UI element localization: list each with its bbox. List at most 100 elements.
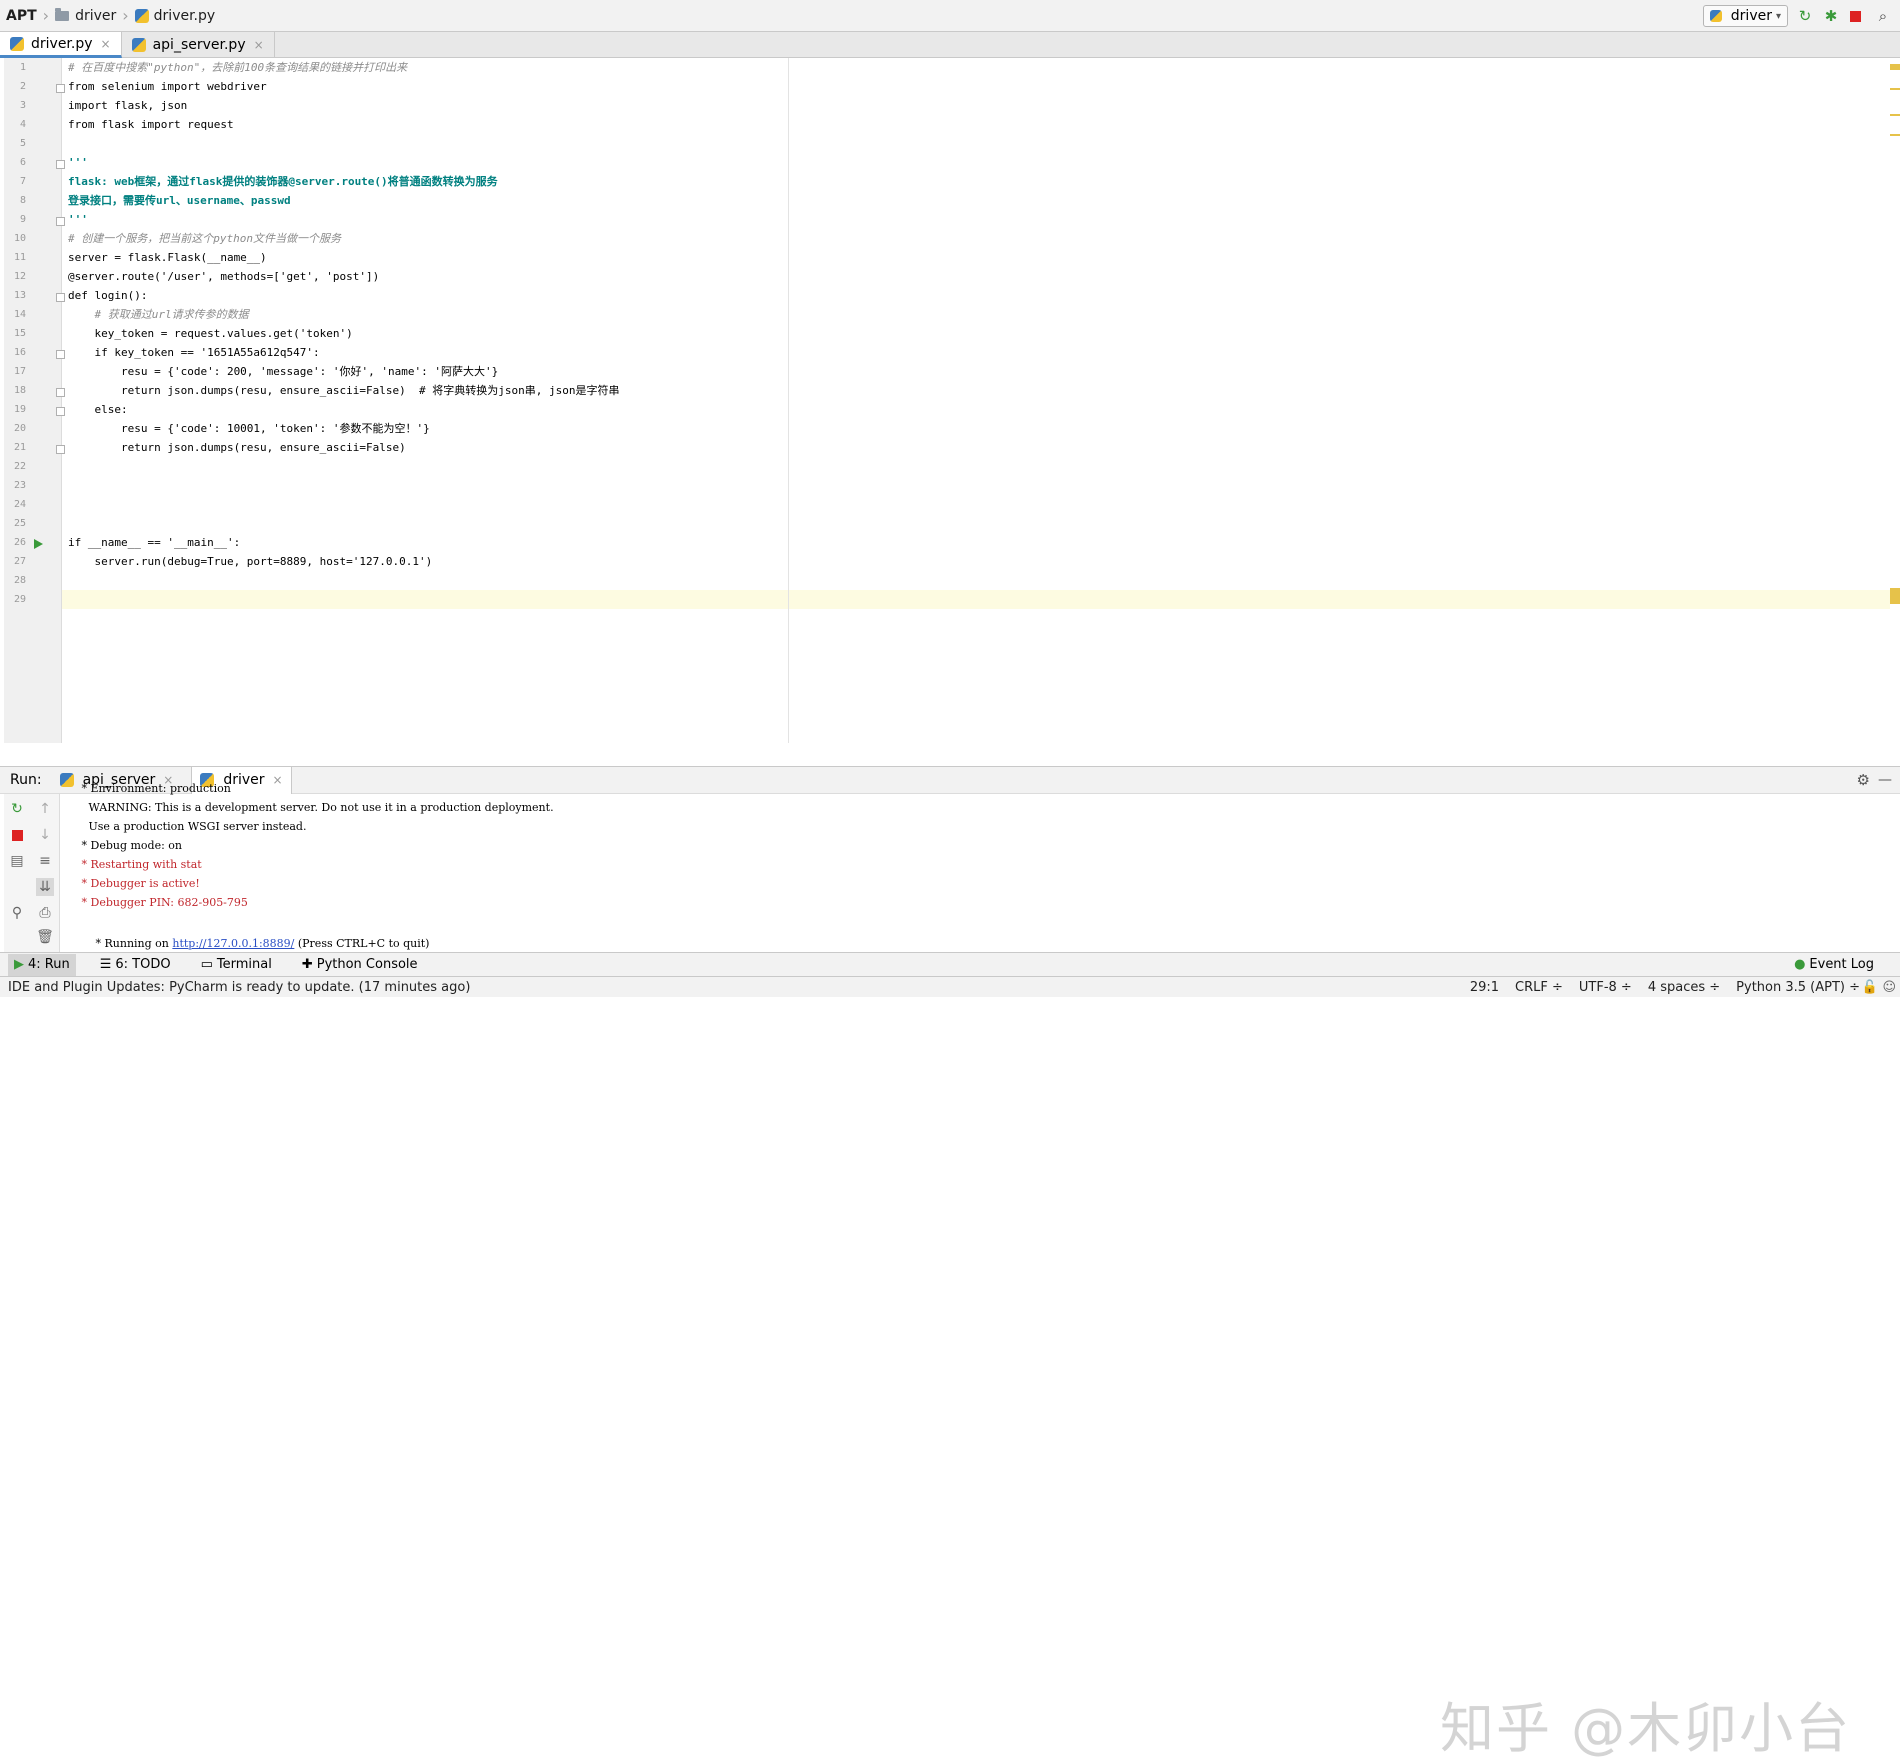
- line-number: 28: [13, 575, 26, 586]
- run-gutter-icon[interactable]: [34, 539, 43, 549]
- editor-tab-bar: driver.py × api_server.py ×: [0, 32, 1900, 58]
- code-line[interactable]: return json.dumps(resu, ensure_ascii=Fal…: [68, 384, 620, 398]
- close-icon[interactable]: ×: [101, 37, 111, 51]
- run-configuration-select[interactable]: driver ▾: [1702, 5, 1788, 27]
- close-icon[interactable]: ×: [273, 773, 283, 787]
- code-line[interactable]: import flask, json: [68, 99, 187, 113]
- close-icon[interactable]: ×: [254, 38, 264, 52]
- watermark: 知乎 @木卯小台: [1440, 1697, 1852, 1760]
- console-running-prefix: * Running on: [92, 937, 173, 950]
- fold-marker-icon[interactable]: [56, 293, 65, 302]
- code-line[interactable]: # 在百度中搜索"python"，去除前100条查询结果的链接并打印出来: [68, 61, 407, 75]
- stop-icon[interactable]: [1846, 7, 1864, 25]
- breadcrumb-folder[interactable]: driver: [75, 8, 116, 24]
- tool-tab-label: Python Console: [316, 957, 418, 972]
- tool-tab-label: 4: Run: [28, 957, 70, 972]
- code-line[interactable]: resu = {'code': 200, 'message': '你好', 'n…: [68, 365, 498, 379]
- stop-icon[interactable]: [8, 826, 26, 844]
- fold-marker-icon[interactable]: [56, 160, 65, 169]
- fold-marker-icon[interactable]: [56, 350, 65, 359]
- tool-tab-terminal[interactable]: ▭ Terminal: [195, 954, 278, 976]
- terminal-icon: ▭: [200, 957, 213, 972]
- code-line[interactable]: if __name__ == '__main__':: [68, 536, 240, 550]
- gear-icon[interactable]: ⚙: [1857, 771, 1870, 789]
- down-arrow-icon[interactable]: ↓: [36, 826, 54, 844]
- code-line[interactable]: if key_token == '1651A55a612q547':: [68, 346, 319, 360]
- caret-position[interactable]: 29:1: [1470, 980, 1499, 995]
- line-number: 27: [13, 556, 26, 567]
- code-line[interactable]: return json.dumps(resu, ensure_ascii=Fal…: [68, 441, 406, 455]
- fold-marker-icon[interactable]: [56, 84, 65, 93]
- pin-icon[interactable]: ⚲: [8, 904, 26, 922]
- error-stripe-marker: [1890, 64, 1900, 70]
- file-encoding[interactable]: UTF-8 ÷: [1579, 980, 1632, 995]
- code-line[interactable]: ''': [68, 156, 88, 170]
- indent-setting[interactable]: 4 spaces ÷: [1648, 980, 1720, 995]
- breadcrumb-file[interactable]: driver.py: [154, 8, 216, 24]
- fold-marker-icon[interactable]: [56, 217, 65, 226]
- line-separator[interactable]: CRLF ÷: [1515, 980, 1563, 995]
- run-icon: ▶: [14, 957, 24, 972]
- line-number: 7: [19, 176, 26, 187]
- server-url-link[interactable]: http://127.0.0.1:8889/: [172, 937, 294, 950]
- code-line[interactable]: ''': [68, 213, 88, 227]
- fold-marker-icon[interactable]: [56, 407, 65, 416]
- code-line[interactable]: 登录接口，需要传url、username、passwd: [68, 194, 291, 208]
- rerun-icon[interactable]: ↻: [1796, 7, 1814, 25]
- code-line[interactable]: server = flask.Flask(__name__): [68, 251, 267, 265]
- inspector-icon[interactable]: ☺: [1882, 980, 1896, 995]
- scroll-to-end-icon[interactable]: ⇊: [36, 878, 54, 896]
- trash-icon[interactable]: 🗑: [36, 928, 54, 946]
- line-number: 24: [13, 499, 26, 510]
- console-line: * Debug mode: on: [78, 839, 183, 852]
- code-line[interactable]: server.run(debug=True, port=8889, host='…: [68, 555, 432, 569]
- line-number: 11: [13, 252, 26, 263]
- console-line: Use a production WSGI server instead.: [78, 820, 307, 833]
- fold-marker-icon[interactable]: [56, 388, 65, 397]
- code-line[interactable]: resu = {'code': 10001, 'token': '参数不能为空！…: [68, 422, 430, 436]
- fold-marker-icon[interactable]: [56, 445, 65, 454]
- console-toolbar: ↻ ↑ ↓ ▤ ≡ ⇊ ⚲ ⎙ 🗑: [4, 794, 60, 952]
- lock-icon[interactable]: 🔓: [1862, 980, 1878, 995]
- up-arrow-icon[interactable]: ↑: [36, 800, 54, 818]
- code-line[interactable]: # 创建一个服务，把当前这个python文件当做一个服务: [68, 232, 341, 246]
- debug-icon[interactable]: ✱: [1822, 7, 1840, 25]
- breadcrumb-project[interactable]: APT: [6, 8, 37, 24]
- tool-tab-python-console[interactable]: ✚ Python Console: [296, 954, 424, 976]
- soft-wrap-icon[interactable]: ≡: [36, 852, 54, 870]
- status-message[interactable]: IDE and Plugin Updates: PyCharm is ready…: [8, 980, 470, 995]
- event-log-button[interactable]: ● Event Log: [1788, 954, 1880, 976]
- tool-tab-todo[interactable]: ☰ 6: TODO: [94, 954, 177, 976]
- event-log-label: Event Log: [1809, 957, 1874, 972]
- rerun-icon[interactable]: ↻: [8, 800, 26, 818]
- search-icon[interactable]: ⌕: [1874, 7, 1892, 25]
- chevron-down-icon: ▾: [1775, 10, 1781, 22]
- navigation-bar: APT › driver › driver.py driver ▾ ↻ ✱ ⌕: [0, 0, 1900, 32]
- code-line[interactable]: def login():: [68, 289, 147, 303]
- print-icon[interactable]: ⎙: [36, 904, 54, 922]
- code-line[interactable]: from selenium import webdriver: [68, 80, 267, 94]
- layout-icon[interactable]: ▤: [8, 852, 26, 870]
- python-file-icon: [134, 8, 149, 23]
- code-line[interactable]: from flask import request: [68, 118, 234, 132]
- tool-tab-run[interactable]: ▶ 4: Run: [8, 953, 76, 976]
- code-line[interactable]: flask: web框架，通过flask提供的装饰器@server.route(…: [68, 175, 498, 189]
- console-line: * Restarting with stat: [78, 858, 202, 871]
- minimize-icon[interactable]: —: [1878, 772, 1892, 788]
- code-line[interactable]: @server.route('/user', methods=['get', '…: [68, 270, 379, 284]
- tab-api-server-py[interactable]: api_server.py ×: [122, 32, 275, 58]
- run-panel-title: Run:: [10, 772, 42, 788]
- line-number: 20: [13, 423, 26, 434]
- line-number: 6: [19, 157, 26, 168]
- code-line[interactable]: key_token = request.values.get('token'): [68, 327, 352, 341]
- run-console[interactable]: ↻ ↑ ↓ ▤ ≡ ⇊ ⚲ ⎙ 🗑 * Environment: product…: [0, 782, 1900, 1760]
- line-number: 25: [13, 518, 26, 529]
- tab-driver-py[interactable]: driver.py ×: [0, 32, 122, 58]
- code-line[interactable]: # 获取通过url请求传参的数据: [68, 308, 248, 322]
- line-number: 4: [19, 119, 26, 130]
- code-line[interactable]: else:: [68, 403, 127, 417]
- code-editor[interactable]: 1 2 3 4 5 6 7 8 9 10 11 12 13 14 15 16 17 18 19 20 21 22 23 24 2…: [0, 58, 1900, 743]
- line-number: 10: [13, 233, 26, 244]
- python-interpreter[interactable]: Python 3.5 (APT) ÷: [1736, 980, 1860, 995]
- console-line: * Environment: production: [78, 782, 231, 795]
